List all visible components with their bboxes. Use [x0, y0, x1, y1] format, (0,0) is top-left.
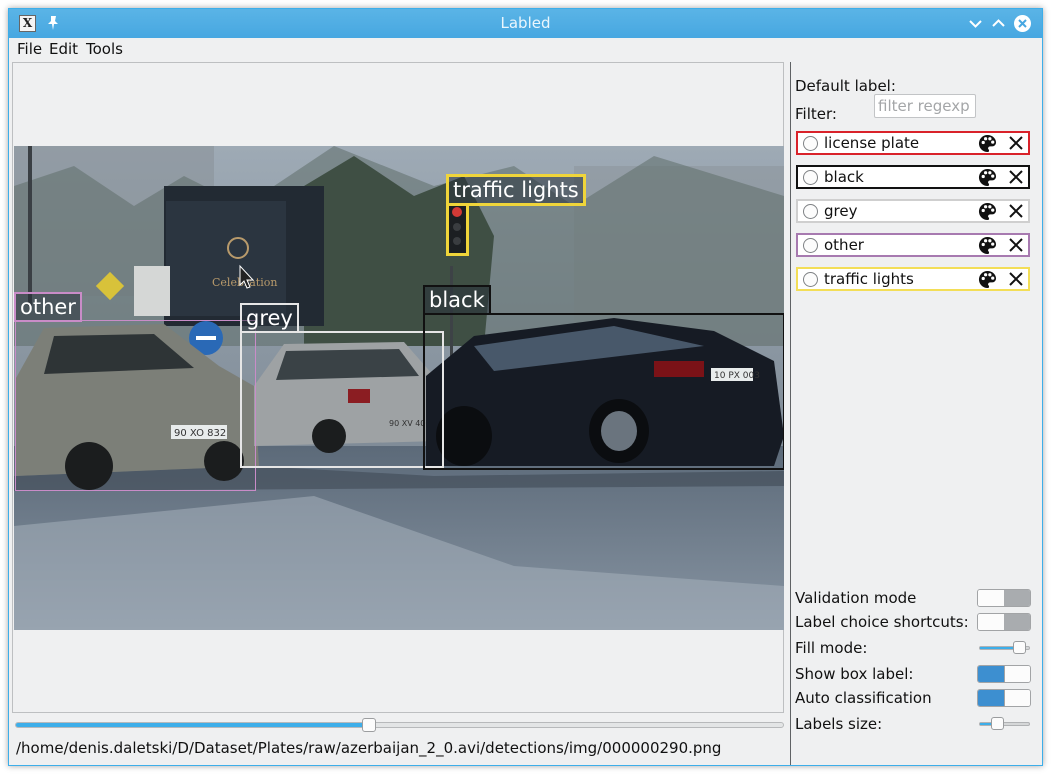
validation-mode-toggle[interactable]	[977, 589, 1031, 607]
labels-panel: Default label: Filter: license plate bla…	[791, 62, 1042, 765]
title-bar[interactable]: X Labled	[9, 9, 1042, 38]
delete-label-icon[interactable]	[1008, 135, 1024, 151]
delete-label-icon[interactable]	[1008, 237, 1024, 253]
label-row-black[interactable]: black	[796, 165, 1030, 189]
frame-slider[interactable]	[15, 718, 784, 732]
palette-icon[interactable]	[978, 168, 997, 187]
fill-mode-slider[interactable]	[979, 641, 1030, 654]
label-radio[interactable]	[803, 238, 818, 253]
minimize-icon[interactable]	[967, 15, 984, 32]
label-radio[interactable]	[803, 204, 818, 219]
label-radio[interactable]	[803, 272, 818, 287]
bbox-label-black: black	[423, 285, 491, 315]
auto-classification-toggle[interactable]	[977, 689, 1031, 707]
label-name: black	[824, 168, 864, 186]
close-window-icon[interactable]	[1014, 15, 1031, 32]
palette-icon[interactable]	[978, 134, 997, 153]
setting-label-labels-size: Labels size:	[795, 715, 883, 733]
menu-edit[interactable]: Edit	[49, 40, 78, 58]
default-label-caption: Default label:	[795, 77, 896, 95]
palette-icon[interactable]	[978, 202, 997, 221]
setting-label-label-choice-shortcuts: Label choice shortcuts:	[795, 613, 969, 631]
labels-size-slider-handle[interactable]	[990, 717, 1004, 730]
bbox-traffic-lights[interactable]	[446, 203, 469, 256]
label-row-traffic-lights[interactable]: traffic lights	[796, 267, 1030, 291]
palette-icon[interactable]	[978, 236, 997, 255]
label-name: other	[824, 236, 864, 254]
filter-caption: Filter:	[795, 105, 837, 123]
status-bar: /home/denis.daletski/D/Dataset/Plates/ra…	[9, 736, 789, 765]
bbox-grey[interactable]	[240, 331, 444, 468]
label-row-license-plate[interactable]: license plate	[796, 131, 1030, 155]
label-name: traffic lights	[824, 270, 914, 288]
label-choice-shortcuts-toggle[interactable]	[977, 613, 1031, 631]
setting-label-auto-classification: Auto classification	[795, 689, 932, 707]
labels-size-slider[interactable]	[979, 717, 1030, 730]
menu-tools[interactable]: Tools	[86, 40, 123, 58]
street-photo[interactable]: Celebration 90 XO 832	[14, 146, 784, 630]
window-title: Labled	[500, 14, 551, 32]
setting-label-show-box-label: Show box label:	[795, 665, 914, 683]
label-name: grey	[824, 202, 858, 220]
bbox-label-grey: grey	[240, 303, 299, 333]
label-row-grey[interactable]: grey	[796, 199, 1030, 223]
setting-label-validation-mode: Validation mode	[795, 589, 917, 607]
frame-slider-handle[interactable]	[362, 718, 377, 732]
image-path: /home/denis.daletski/D/Dataset/Plates/ra…	[16, 739, 722, 757]
bbox-other[interactable]	[15, 320, 256, 491]
bbox-label-other: other	[14, 292, 82, 322]
menu-file[interactable]: File	[17, 40, 42, 58]
label-row-other[interactable]: other	[796, 233, 1030, 257]
bbox-black[interactable]	[423, 313, 784, 470]
maximize-icon[interactable]	[990, 15, 1007, 32]
delete-label-icon[interactable]	[1008, 203, 1024, 219]
fill-mode-slider-handle[interactable]	[1013, 641, 1027, 654]
delete-label-icon[interactable]	[1008, 271, 1024, 287]
label-radio[interactable]	[803, 136, 818, 151]
menu-bar: File Edit Tools	[9, 38, 1042, 61]
palette-icon[interactable]	[978, 270, 997, 289]
app-window: X Labled File Edit Tools 90 XO 832 90 XV…	[8, 8, 1043, 766]
label-radio[interactable]	[803, 170, 818, 185]
image-canvas[interactable]: Celebration 90 XO 832	[12, 62, 784, 713]
bbox-label-traffic-lights: traffic lights	[446, 174, 586, 206]
setting-label-fill-mode: Fill mode:	[795, 639, 868, 657]
frame-slider-fill	[16, 723, 369, 727]
show-box-label-toggle[interactable]	[977, 665, 1031, 683]
filter-input[interactable]	[874, 94, 976, 118]
label-name: license plate	[824, 134, 920, 152]
delete-label-icon[interactable]	[1008, 169, 1024, 185]
